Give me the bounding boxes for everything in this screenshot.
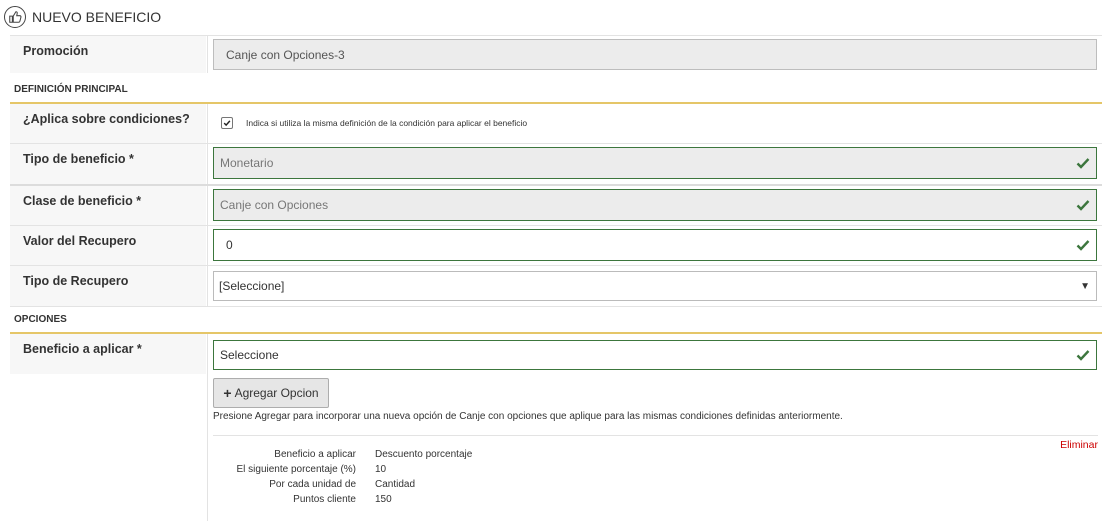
option-value: Descuento porcentaje <box>375 449 473 460</box>
page-title: NUEVO BENEFICIO <box>32 9 162 25</box>
valid-check-icon <box>1076 240 1090 251</box>
clase-beneficio-field: Canje con Opciones <box>213 189 1097 221</box>
beneficio-aplicar-select[interactable]: Seleccione <box>213 340 1097 370</box>
clase-beneficio-label: Clase de beneficio * <box>10 186 206 225</box>
clase-beneficio-value: Canje con Opciones <box>220 198 329 212</box>
column-divider <box>207 36 208 73</box>
tipo-beneficio-value: Monetario <box>220 156 274 170</box>
aplica-checkbox-row: Indica si utiliza la misma definición de… <box>221 117 527 129</box>
section-title-principal: DEFINICIÓN PRINCIPAL <box>14 84 128 95</box>
thumbs-up-icon <box>4 6 26 28</box>
option-divider <box>213 435 1098 436</box>
help-text: Presione Agregar para incorporar una nue… <box>213 411 843 422</box>
beneficio-aplicar-label: Beneficio a aplicar * <box>10 334 206 374</box>
aplica-hint: Indica si utiliza la misma definición de… <box>246 118 528 128</box>
valid-check-icon <box>1076 200 1090 211</box>
plus-icon: + <box>223 385 232 401</box>
option-value: 150 <box>375 494 392 505</box>
valor-recupero-label: Valor del Recupero <box>10 226 206 265</box>
option-key: El siguiente porcentaje (%) <box>236 464 356 475</box>
aplica-checkbox[interactable] <box>221 117 233 129</box>
tipo-recupero-value: [Seleccione] <box>219 279 285 293</box>
divider <box>10 306 1102 307</box>
tipo-recupero-select[interactable]: [Seleccione] ▼ <box>213 271 1097 301</box>
column-divider <box>207 334 208 521</box>
tipo-recupero-label: Tipo de Recupero <box>10 266 206 306</box>
section-title-opciones: OPCIONES <box>14 314 67 325</box>
beneficio-aplicar-value: Seleccione <box>220 348 279 362</box>
option-value: 10 <box>375 464 387 475</box>
page-header: NUEVO BENEFICIO <box>4 4 161 30</box>
option-key: Por cada unidad de <box>269 479 356 490</box>
valid-check-icon <box>1076 158 1090 169</box>
tipo-beneficio-label: Tipo de beneficio * <box>10 144 206 184</box>
tipo-beneficio-field: Monetario <box>213 147 1097 179</box>
promocion-field: Canje con Opciones-3 <box>213 39 1097 70</box>
add-option-button[interactable]: + Agregar Opcion <box>213 378 329 408</box>
delete-option-link[interactable]: Eliminar <box>1060 439 1098 451</box>
aplica-label: ¿Aplica sobre condiciones? <box>10 104 206 143</box>
column-divider <box>207 104 208 184</box>
add-option-label: Agregar Opcion <box>234 386 319 400</box>
option-key: Puntos cliente <box>293 494 356 505</box>
valid-check-icon <box>1076 350 1090 361</box>
valor-recupero-value: 0 <box>226 238 233 252</box>
option-value: Cantidad <box>375 479 416 490</box>
promocion-value: Canje con Opciones-3 <box>226 47 345 62</box>
column-divider <box>207 186 208 306</box>
valor-recupero-input[interactable]: 0 <box>213 229 1097 261</box>
dropdown-arrow-icon: ▼ <box>1080 281 1090 292</box>
option-key: Beneficio a aplicar <box>274 449 356 460</box>
promocion-label: Promoción <box>10 36 206 73</box>
